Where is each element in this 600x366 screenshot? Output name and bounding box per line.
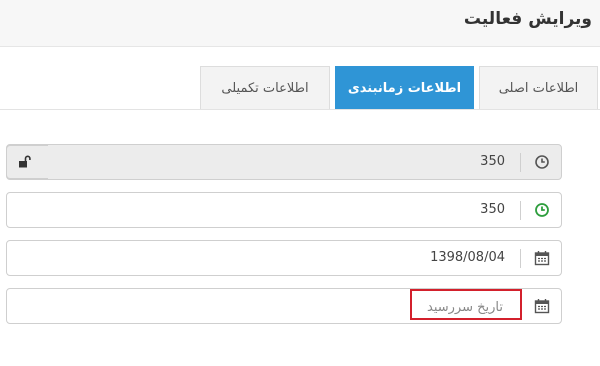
duration-locked-value: 350 <box>480 154 505 169</box>
tab-main-info[interactable]: اطلاعات اصلی <box>479 66 598 109</box>
unlock-toggle[interactable] <box>6 145 48 179</box>
clock-icon <box>534 202 550 218</box>
tabs-divider <box>0 109 600 110</box>
due-date-input[interactable] <box>301 289 505 325</box>
page-title: ویرایش فعالیت <box>463 9 592 29</box>
duration-value: 350 <box>480 202 505 217</box>
field-separator <box>520 153 521 172</box>
clock-icon <box>534 154 550 170</box>
due-date-field[interactable] <box>6 288 562 325</box>
field-separator <box>520 201 521 220</box>
start-date-value: 1398/08/04 <box>430 250 505 265</box>
unlock-icon <box>19 155 31 168</box>
start-date-field[interactable]: 1398/08/04 <box>6 240 562 276</box>
page-header: ویرایش فعالیت <box>0 0 600 47</box>
field-separator <box>520 297 521 316</box>
duration-field[interactable]: 350 <box>6 192 562 228</box>
duration-locked-field: 350 <box>6 144 562 180</box>
tab-supplementary-info[interactable]: اطلاعات تکمیلی <box>200 66 330 109</box>
calendar-icon[interactable] <box>534 298 550 314</box>
tab-scheduling-info[interactable]: اطلاعات زمانبندی <box>335 66 474 109</box>
field-separator <box>520 249 521 268</box>
calendar-icon[interactable] <box>534 250 550 266</box>
